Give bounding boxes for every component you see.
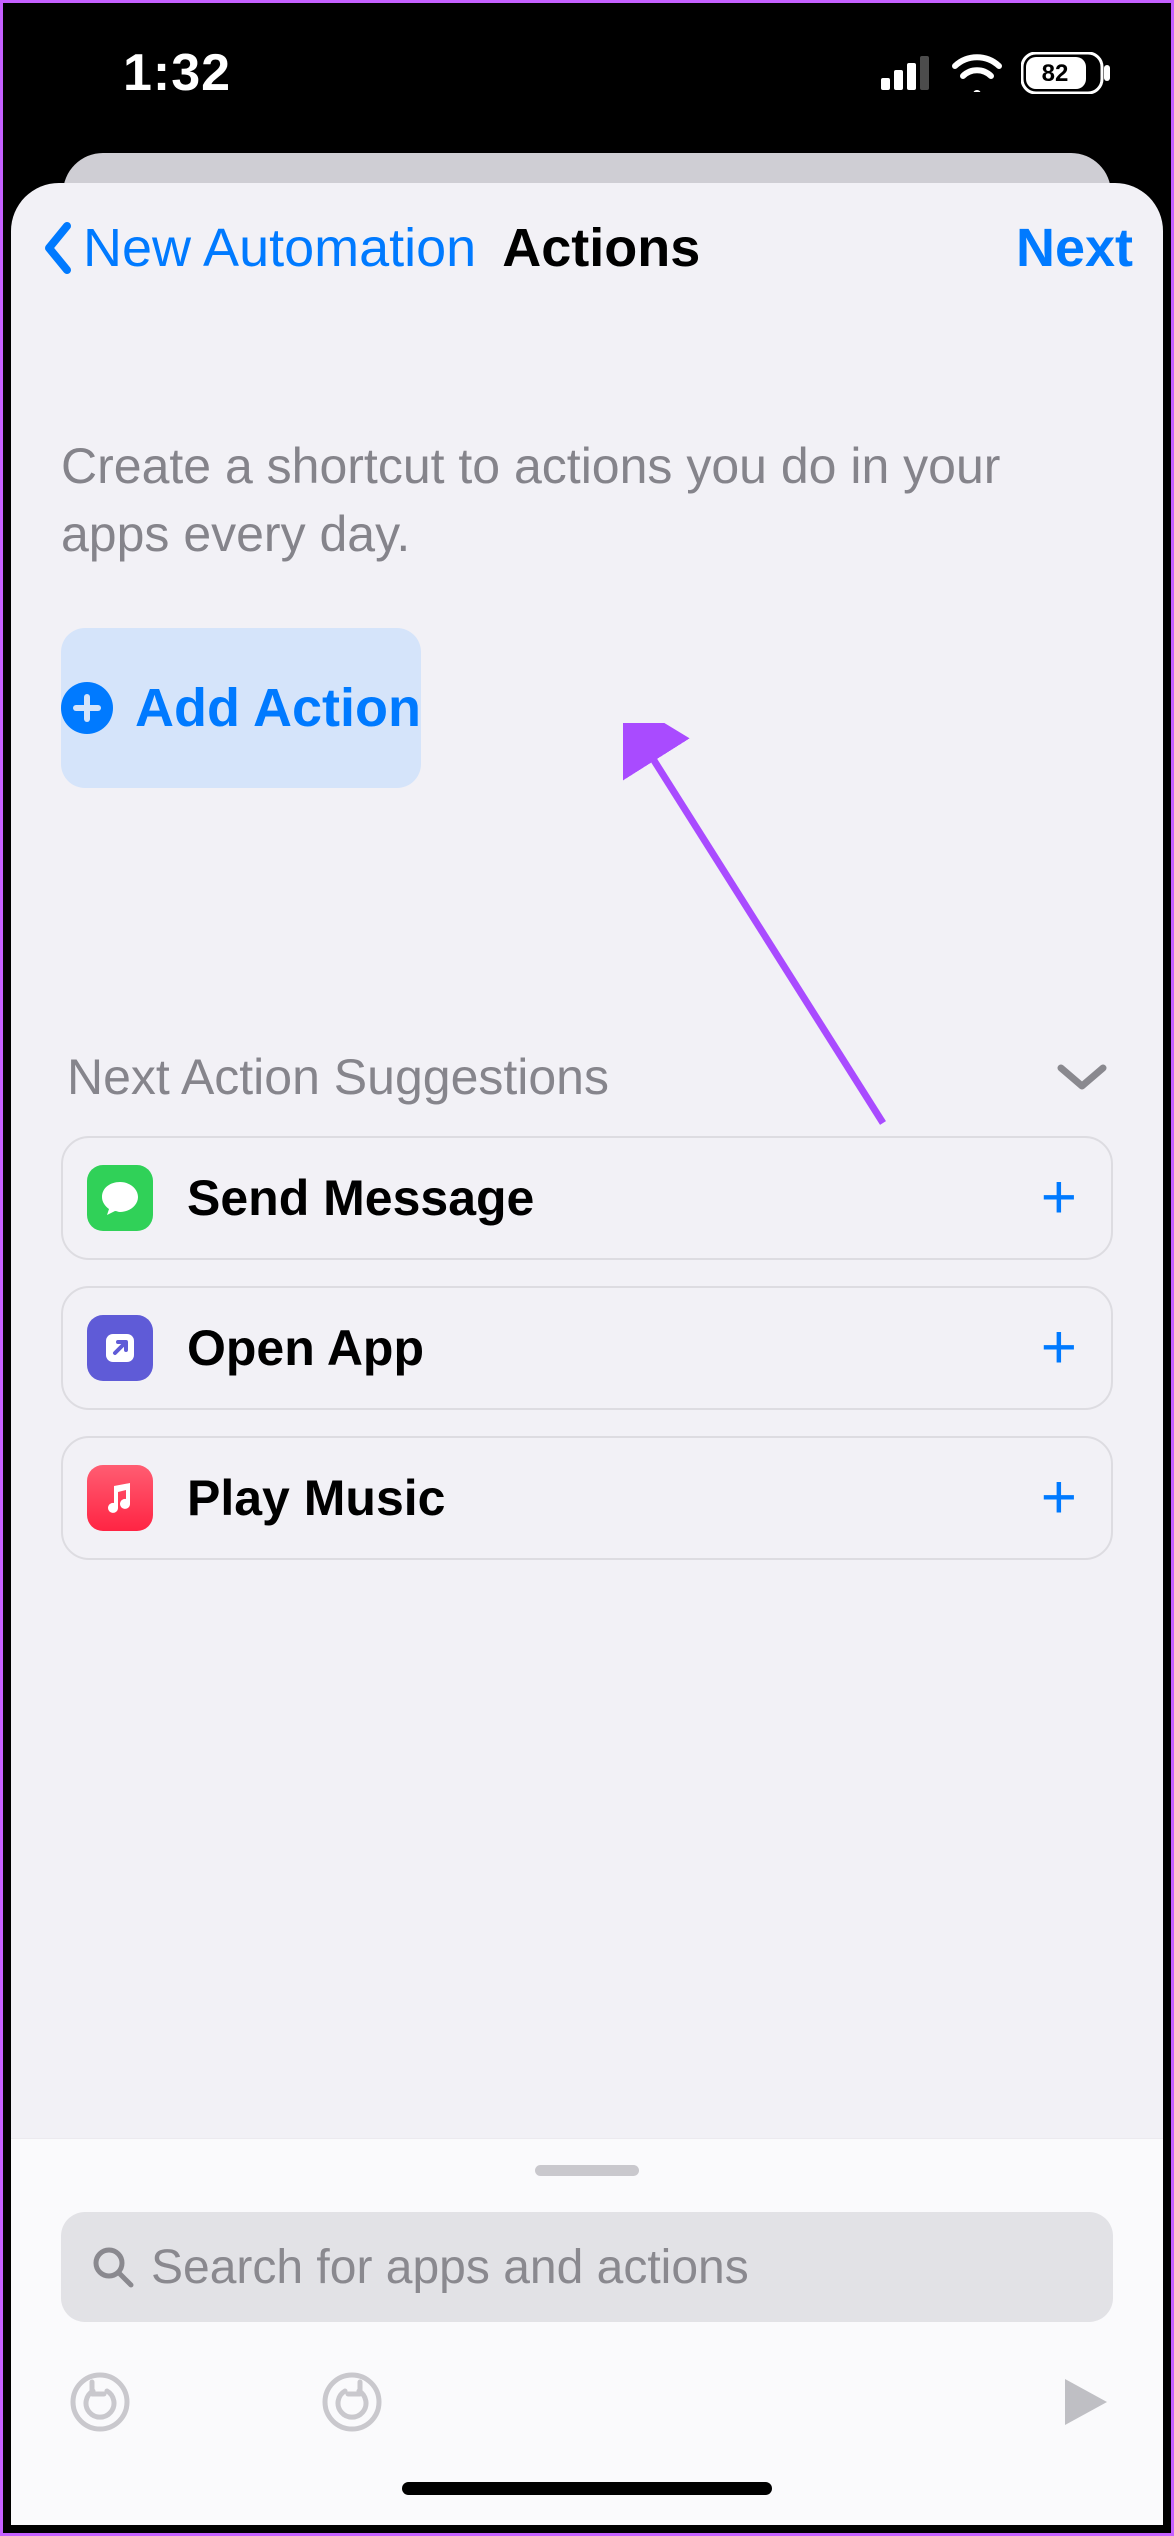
suggestion-label: Send Message [187,1169,534,1227]
status-bar: 1:32 82 [3,3,1171,143]
suggestion-play-music[interactable]: Play Music + [61,1436,1113,1560]
suggestion-label: Open App [187,1319,424,1377]
suggestions-header[interactable]: Next Action Suggestions [67,1048,1107,1106]
battery-percent: 82 [1042,60,1069,87]
modal-sheet: New Automation Actions Next Create a sho… [11,183,1163,2525]
messages-icon [87,1165,153,1231]
suggestion-send-message[interactable]: Send Message + [61,1136,1113,1260]
suggestions-header-label: Next Action Suggestions [67,1048,609,1106]
back-label: New Automation [83,217,476,279]
cellular-icon [881,56,933,90]
grabber-handle[interactable] [535,2165,639,2176]
page-description: Create a shortcut to actions you do in y… [11,313,1163,628]
chevron-left-icon [41,222,73,274]
search-input[interactable] [151,2240,1083,2295]
music-icon [87,1465,153,1531]
run-button[interactable] [1055,2373,1113,2431]
redo-button[interactable] [321,2371,383,2433]
add-action-button[interactable]: Add Action [61,628,421,788]
battery-indicator: 82 [1021,52,1111,94]
plus-circle-icon [61,682,113,734]
redo-icon [321,2371,383,2433]
undo-icon [69,2371,131,2433]
add-suggestion-icon[interactable]: + [1041,1317,1077,1379]
wifi-icon [951,54,1003,92]
status-right-cluster: 82 [881,52,1111,94]
add-suggestion-icon[interactable]: + [1041,1167,1077,1229]
play-icon [1055,2373,1113,2431]
search-icon [91,2245,135,2289]
add-action-label: Add Action [135,677,421,739]
home-indicator[interactable] [402,2482,772,2495]
editor-toolbar [61,2322,1113,2482]
bottom-panel [11,2138,1163,2525]
search-field[interactable] [61,2212,1113,2322]
suggestion-open-app[interactable]: Open App + [61,1286,1113,1410]
page-title: Actions [502,217,700,279]
open-app-icon [87,1315,153,1381]
next-button[interactable]: Next [1016,217,1133,279]
add-suggestion-icon[interactable]: + [1041,1467,1077,1529]
undo-button[interactable] [69,2371,131,2433]
back-button[interactable]: New Automation [41,217,476,279]
chevron-down-icon [1057,1062,1107,1092]
suggestion-label: Play Music [187,1469,445,1527]
status-time: 1:32 [123,43,231,103]
navigation-bar: New Automation Actions Next [11,183,1163,313]
